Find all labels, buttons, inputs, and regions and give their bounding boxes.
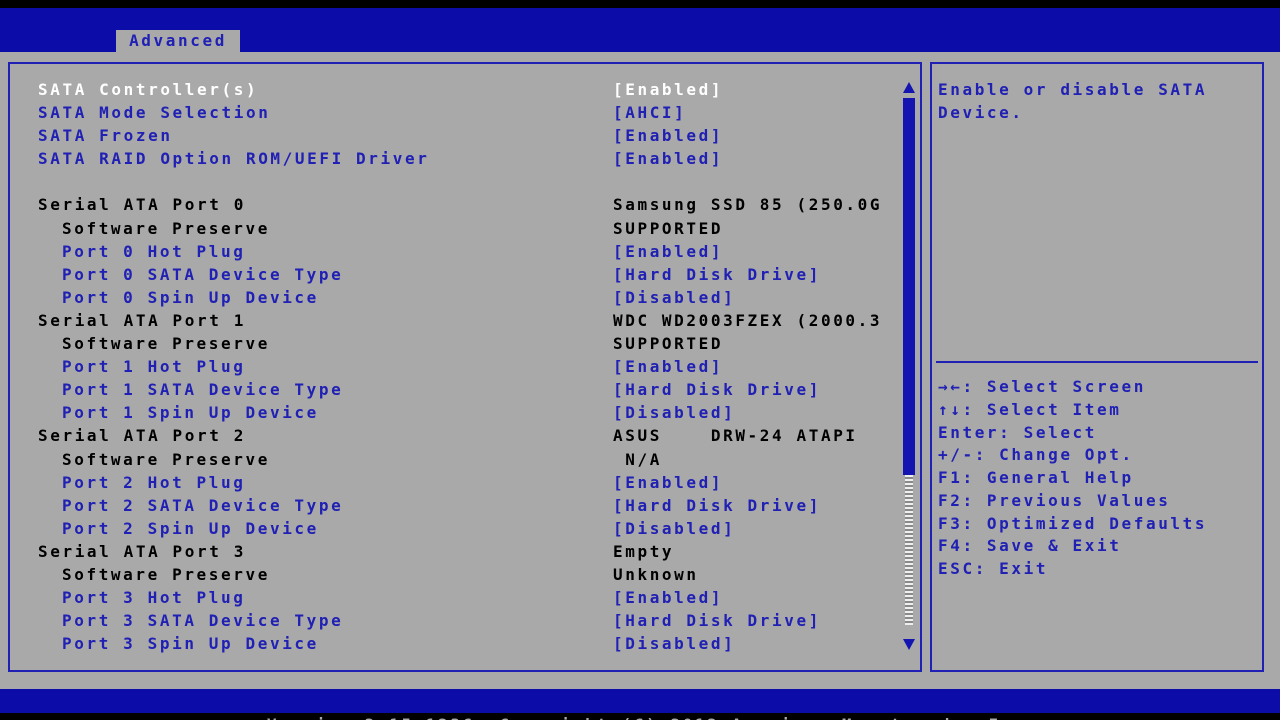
scrollbar-track[interactable] [905, 475, 913, 625]
setting-label: Serial ATA Port 2 [38, 424, 246, 447]
settings-pane: SATA Controller(s)[Enabled]SATA Mode Sel… [8, 62, 922, 672]
setting-row[interactable]: SATA Mode Selection [AHCI] [38, 101, 886, 124]
tab-bar: Advanced [0, 30, 1280, 52]
scroll-down-icon[interactable] [903, 639, 915, 650]
setting-value: Samsung SSD 85 (250.0G [613, 193, 882, 216]
setting-value: [Disabled] [613, 517, 735, 540]
setting-row[interactable]: Port 1 Spin Up Device [Disabled] [38, 401, 886, 424]
help-divider [936, 361, 1258, 363]
setting-label: Port 1 SATA Device Type [38, 378, 343, 401]
setting-label: Port 1 Hot Plug [38, 355, 246, 378]
setting-row[interactable]: Port 0 Hot Plug [Enabled] [38, 240, 886, 263]
setting-label: Port 1 Spin Up Device [38, 401, 319, 424]
setting-label: Port 2 Spin Up Device [38, 517, 319, 540]
setting-label: Port 3 Hot Plug [38, 586, 246, 609]
setting-row[interactable]: Port 1 SATA Device Type [Hard Disk Drive] [38, 378, 886, 401]
setting-value: N/A [613, 448, 662, 471]
setting-label: Software Preserve [38, 217, 270, 240]
hotkey-item: ↑↓: Select Item [938, 399, 1260, 422]
setting-label: Port 0 Spin Up Device [38, 286, 319, 309]
setting-value: [Enabled] [613, 471, 723, 494]
setting-row[interactable]: SATA RAID Option ROM/UEFI Driver [Enabled… [38, 147, 886, 170]
setting-value: [Enabled] [613, 355, 723, 378]
setting-row[interactable]: SATA Frozen [Enabled] [38, 124, 886, 147]
setting-value: [Hard Disk Drive] [613, 609, 821, 632]
hotkey-item: Enter: Select [938, 422, 1260, 445]
setting-value: [Enabled] [613, 147, 723, 170]
hotkey-list: →←: Select Screen↑↓: Select ItemEnter: S… [938, 376, 1260, 581]
setting-value: [Disabled] [613, 286, 735, 309]
setting-label: Port 3 Spin Up Device [38, 632, 319, 655]
setting-row: Serial ATA Port 2 ASUS DRW-24 ATAPI [38, 424, 886, 447]
setting-row[interactable]: Port 3 Spin Up Device [Disabled] [38, 632, 886, 655]
setting-value: SUPPORTED [613, 217, 723, 240]
setting-row[interactable]: Port 2 SATA Device Type [Hard Disk Drive] [38, 494, 886, 517]
setting-label: Port 0 SATA Device Type [38, 263, 343, 286]
setting-value: [Enabled] [613, 586, 723, 609]
setting-row[interactable]: Port 0 Spin Up Device [Disabled] [38, 286, 886, 309]
scrollbar[interactable] [902, 80, 916, 652]
setting-label: Software Preserve [38, 448, 270, 471]
setting-row: Serial ATA Port 3 Empty [38, 540, 886, 563]
blank-row [38, 170, 886, 193]
scroll-up-icon[interactable] [903, 82, 915, 93]
setting-row: Software Preserve SUPPORTED [38, 217, 886, 240]
setting-label: SATA Frozen [38, 124, 173, 147]
hotkey-item: ESC: Exit [938, 558, 1260, 581]
setting-row[interactable]: SATA Controller(s) [Enabled] [38, 78, 886, 101]
setting-value: [Enabled] [613, 124, 723, 147]
setting-row[interactable]: Port 3 Hot Plug [Enabled] [38, 586, 886, 609]
version-text: Version 2.15.1236. Copyright (C) 2012 Am… [267, 715, 1038, 720]
setting-value: [Hard Disk Drive] [613, 494, 821, 517]
setting-row[interactable]: Port 2 Spin Up Device [Disabled] [38, 517, 886, 540]
setting-row[interactable]: Port 2 Hot Plug [Enabled] [38, 471, 886, 494]
setting-value: [Disabled] [613, 632, 735, 655]
hotkey-item: F2: Previous Values [938, 490, 1260, 513]
setting-label: Software Preserve [38, 332, 270, 355]
hotkey-item: →←: Select Screen [938, 376, 1260, 399]
setting-value: [Enabled] [613, 240, 723, 263]
setting-row: Software Preserve Unknown [38, 563, 886, 586]
setting-label: Port 0 Hot Plug [38, 240, 246, 263]
hotkey-item: +/-: Change Opt. [938, 444, 1260, 467]
setting-label: Port 2 SATA Device Type [38, 494, 343, 517]
setting-label: SATA Mode Selection [38, 101, 270, 124]
setting-row: Serial ATA Port 0 Samsung SSD 85 (250.0G [38, 193, 886, 216]
setting-row[interactable]: Port 0 SATA Device Type [Hard Disk Drive] [38, 263, 886, 286]
title-bar: Aptio Setup Utility - Copyright (C) 2012… [0, 8, 1280, 30]
setting-label: Serial ATA Port 3 [38, 540, 246, 563]
setting-value: [Enabled] [613, 78, 723, 101]
tab-advanced[interactable]: Advanced [116, 30, 240, 52]
setting-label: Serial ATA Port 1 [38, 309, 246, 332]
hotkey-item: F1: General Help [938, 467, 1260, 490]
setting-label: Port 3 SATA Device Type [38, 609, 343, 632]
setting-row: Software Preserve SUPPORTED [38, 332, 886, 355]
setting-label: Port 2 Hot Plug [38, 471, 246, 494]
setting-label: Serial ATA Port 0 [38, 193, 246, 216]
setting-value: SUPPORTED [613, 332, 723, 355]
setting-value: ASUS DRW-24 ATAPI [613, 424, 858, 447]
bios-screen: SATA Controller(s)[Enabled]SATA Mode Sel… [0, 52, 1280, 689]
scrollbar-thumb[interactable] [903, 98, 915, 475]
setting-row: Serial ATA Port 1 WDC WD2003FZEX (2000.3 [38, 309, 886, 332]
setting-value: Empty [613, 540, 674, 563]
setting-value: WDC WD2003FZEX (2000.3 [613, 309, 882, 332]
setting-label: SATA RAID Option ROM/UEFI Driver [38, 147, 429, 170]
settings-list: SATA Controller(s)[Enabled]SATA Mode Sel… [38, 78, 886, 655]
setting-value: [Hard Disk Drive] [613, 263, 821, 286]
footer-bar: Version 2.15.1236. Copyright (C) 2012 Am… [0, 689, 1280, 713]
setting-row: Software Preserve N/A [38, 448, 886, 471]
setting-row[interactable]: Port 1 Hot Plug [Enabled] [38, 355, 886, 378]
setting-value: [Disabled] [613, 401, 735, 424]
setting-label: SATA Controller(s) [38, 78, 258, 101]
help-text: Enable or disable SATA Device. [938, 78, 1253, 124]
setting-value: [AHCI] [613, 101, 686, 124]
hotkey-item: F3: Optimized Defaults [938, 513, 1260, 536]
setting-value: Unknown [613, 563, 699, 586]
setting-value: [Hard Disk Drive] [613, 378, 821, 401]
setting-label: Software Preserve [38, 563, 270, 586]
help-pane: Enable or disable SATA Device. →←: Selec… [930, 62, 1264, 672]
hotkey-item: F4: Save & Exit [938, 535, 1260, 558]
setting-row[interactable]: Port 3 SATA Device Type [Hard Disk Drive] [38, 609, 886, 632]
